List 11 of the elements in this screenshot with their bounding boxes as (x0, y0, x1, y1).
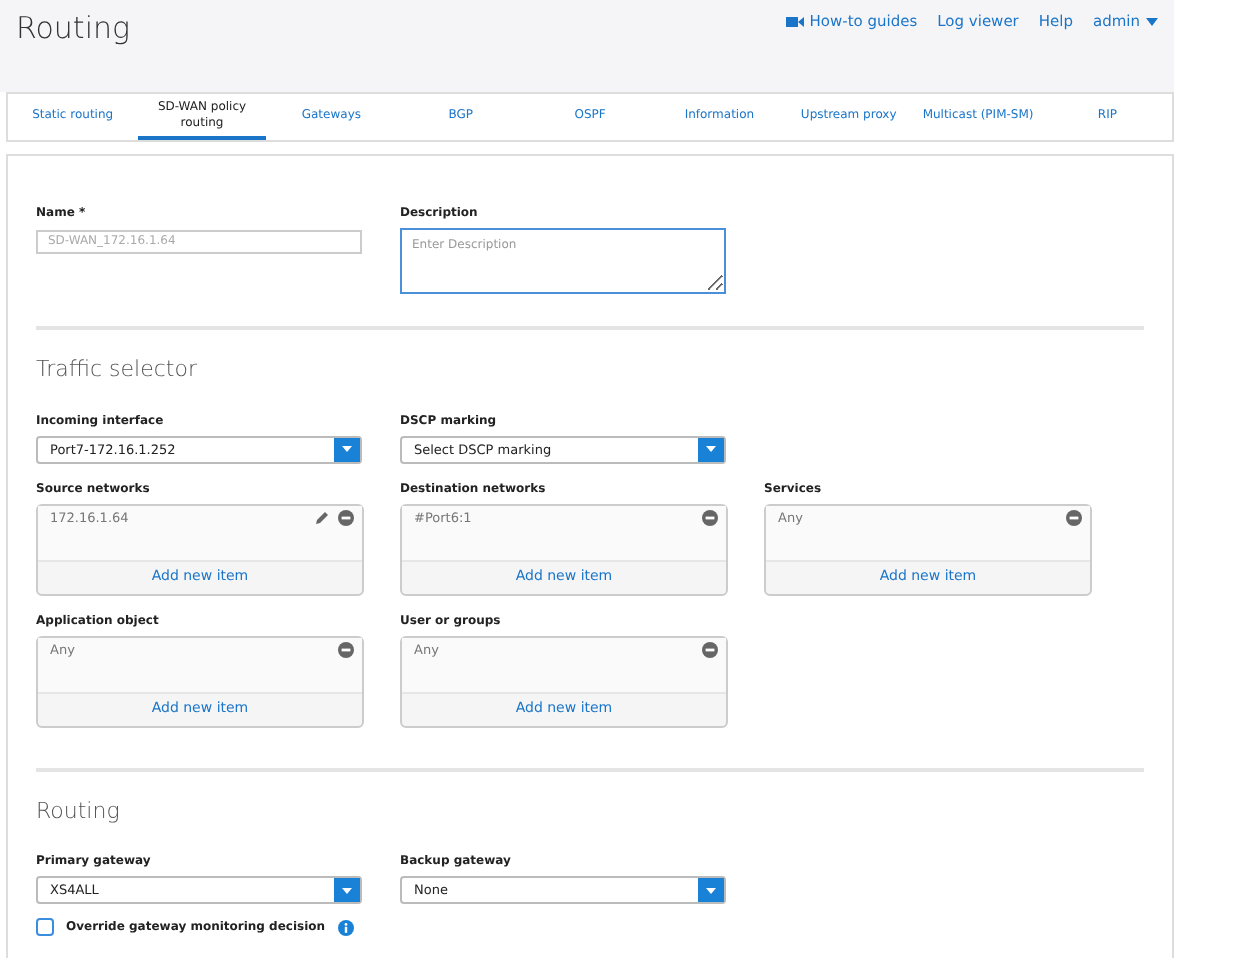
section-heading: Traffic selector (36, 354, 199, 386)
page-title: Routing (16, 8, 130, 50)
checkbox[interactable] (36, 918, 54, 936)
caret-icon (342, 446, 352, 452)
caret-icon (706, 446, 716, 452)
video-camera-icon (785, 15, 804, 28)
caret-icon (342, 887, 352, 893)
caret-icon (706, 887, 716, 893)
section-heading: Routing (36, 795, 122, 827)
info-icon (337, 919, 354, 935)
caret-icon (1146, 17, 1158, 26)
